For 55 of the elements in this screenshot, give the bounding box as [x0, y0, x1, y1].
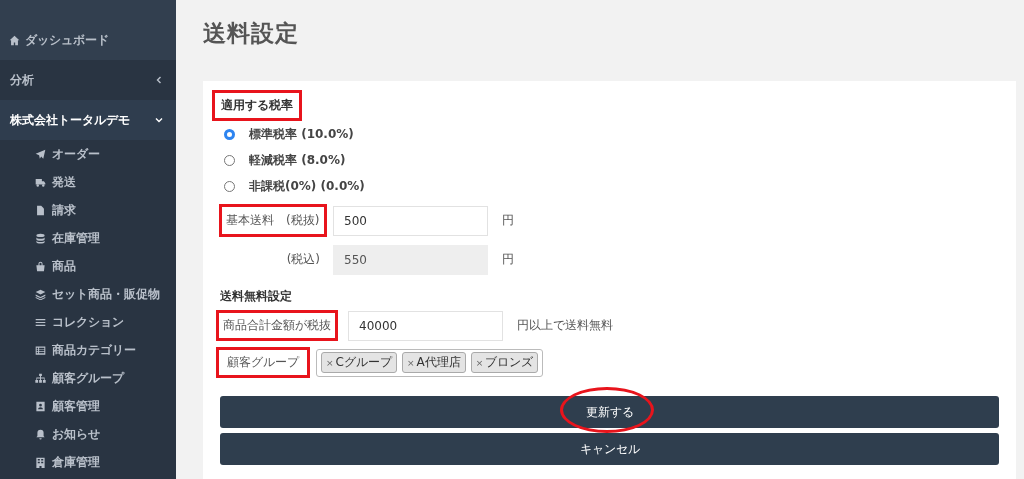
sidebar-item[interactable]: ダッシュボード — [0, 20, 176, 60]
database-icon — [35, 232, 46, 244]
remove-tag-button[interactable]: × — [475, 357, 484, 368]
sidebar-item[interactable]: 顧客グループ — [0, 364, 176, 392]
radio-label[interactable]: 非課税(0%) (0.0%) — [249, 177, 365, 195]
radio-label[interactable]: 軽減税率 (8.0%) — [249, 151, 346, 169]
action-button[interactable]: 更新する — [220, 396, 999, 428]
unit-label: 円 — [502, 212, 514, 229]
tag-label: ブロンズ — [485, 354, 534, 371]
sidebar-item[interactable]: 在庫管理 — [0, 224, 176, 252]
tag-label: Cグループ — [335, 354, 392, 371]
section-heading: 送料無料設定 — [220, 288, 293, 305]
action-button[interactable]: キャンセル — [220, 433, 999, 465]
document-icon — [35, 204, 46, 216]
sidebar-item[interactable]: 顧客管理 — [0, 392, 176, 420]
highlighted-label: 商品合計金額が税抜 — [216, 310, 338, 341]
table-icon — [35, 344, 46, 356]
page-title: 送料設定 — [203, 19, 300, 47]
field-label: (税込) — [285, 251, 321, 268]
remove-tag-button[interactable]: × — [326, 357, 334, 368]
truck-icon — [35, 176, 46, 188]
sidebar-item[interactable]: お知らせ — [0, 420, 176, 448]
input-field[interactable]: 500 — [333, 205, 488, 236]
sidebar-item[interactable]: 請求 — [0, 196, 176, 224]
home-icon — [9, 34, 20, 46]
sidebar-item[interactable]: セット商品・販促物 — [0, 280, 176, 308]
bell-icon — [35, 428, 46, 440]
sidebar-item[interactable]: 倉庫管理 — [0, 448, 176, 476]
tag-label: A代理店 — [416, 354, 461, 371]
tag-field[interactable]: × Cグループ × A代理店 × ブロンズ — [316, 348, 544, 377]
field-suffix: 円以上で送料無料 — [517, 317, 613, 334]
sitemap-icon — [35, 372, 46, 384]
sidebar-item[interactable]: 株式会社トータルデモ — [0, 100, 176, 140]
sidebar-item[interactable]: コレクション — [0, 308, 176, 336]
building-icon — [35, 456, 46, 468]
radio-button[interactable] — [224, 180, 235, 192]
input-field[interactable]: 40000 — [348, 310, 503, 341]
list-icon — [35, 316, 46, 328]
highlighted-label: 基本送料 (税抜) — [219, 204, 327, 237]
contact-card-icon — [35, 400, 46, 412]
highlighted-label: 顧客グループ — [216, 347, 310, 378]
paper-plane-icon — [35, 148, 46, 160]
layers-icon — [35, 288, 46, 300]
unit-label: 円 — [502, 251, 514, 268]
remove-tag-button[interactable]: × — [406, 357, 415, 368]
sidebar-item[interactable]: 分析 — [0, 60, 176, 100]
sidebar-item[interactable]: 商品 — [0, 252, 176, 280]
sidebar-item[interactable]: 商品カテゴリー — [0, 336, 176, 364]
bag-icon — [35, 260, 46, 272]
sidebar-item[interactable]: オーダー — [0, 140, 176, 168]
sidebar-item[interactable]: 発送 — [0, 168, 176, 196]
radio-button[interactable] — [224, 128, 235, 140]
highlighted-label: 適用する税率 — [212, 90, 302, 121]
radio-button[interactable] — [224, 154, 235, 166]
radio-label[interactable]: 標準税率 (10.0%) — [249, 125, 354, 143]
